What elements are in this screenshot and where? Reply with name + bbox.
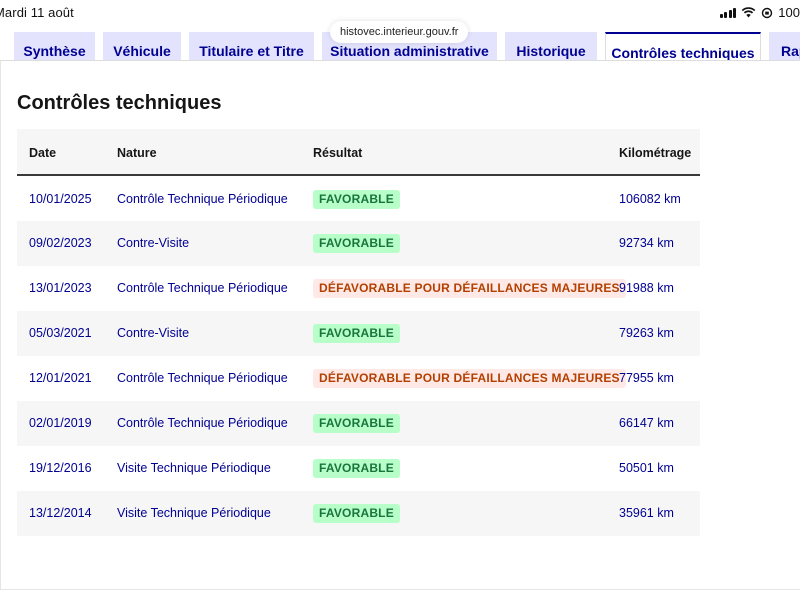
tab-titulaire-et-titre[interactable]: Titulaire et Titre — [189, 32, 314, 62]
cell-date: 09/02/2023 — [29, 236, 92, 250]
table-row: 05/03/2021 Contre-Visite FAVORABLE 79263… — [17, 311, 700, 356]
page-title: Contrôles techniques — [17, 92, 222, 114]
table-row: 13/01/2023 Contrôle Technique Périodique… — [17, 266, 700, 311]
cell-kilometrage: 77955 km — [619, 371, 674, 385]
cell-kilometrage: 79263 km — [619, 326, 674, 340]
tab-panel-controles-techniques: Contrôles techniques Date Nature Résulta… — [0, 61, 800, 590]
status-badge: FAVORABLE — [313, 414, 400, 433]
cell-kilometrage: 91988 km — [619, 281, 674, 295]
table-header: Date Nature Résultat Kilométrage — [17, 129, 700, 176]
status-badge: FAVORABLE — [313, 459, 400, 478]
tab-vehicule[interactable]: Véhicule — [103, 32, 181, 62]
cell-nature: Contrôle Technique Périodique — [117, 192, 288, 206]
cell-date: 02/01/2019 — [29, 416, 92, 430]
cellular-signal-icon — [719, 7, 737, 18]
status-badge: FAVORABLE — [313, 324, 400, 343]
header-date: Date — [29, 146, 57, 160]
status-badge: DÉFAVORABLE POUR DÉFAILLANCES MAJEURES — [313, 279, 626, 298]
wifi-icon — [741, 7, 756, 18]
header-nature: Nature — [117, 146, 157, 160]
tab-rapport[interactable]: Rapport — [769, 32, 800, 62]
orientation-lock-icon — [762, 7, 773, 18]
table-row: 10/01/2025 Contrôle Technique Périodique… — [17, 176, 700, 221]
header-kilometrage: Kilométrage — [619, 146, 692, 160]
technical-inspections-table: Date Nature Résultat Kilométrage 10/01/2… — [17, 129, 700, 536]
table-row: 13/12/2014 Visite Technique Périodique F… — [17, 491, 700, 536]
status-badge: FAVORABLE — [313, 234, 400, 253]
cell-kilometrage: 50501 km — [619, 461, 674, 475]
panel-bottom-border — [0, 589, 800, 590]
cell-nature: Contrôle Technique Périodique — [117, 416, 288, 430]
table-row: 02/01/2019 Contrôle Technique Périodique… — [17, 401, 700, 446]
status-time: Mardi 11 août — [0, 5, 74, 20]
cell-date: 19/12/2016 — [29, 461, 92, 475]
status-badge: FAVORABLE — [313, 190, 400, 209]
table-row: 09/02/2023 Contre-Visite FAVORABLE 92734… — [17, 221, 700, 266]
cell-date: 13/01/2023 — [29, 281, 92, 295]
cell-nature: Contrôle Technique Périodique — [117, 281, 288, 295]
status-badge: DÉFAVORABLE POUR DÉFAILLANCES MAJEURES — [313, 369, 626, 388]
table-row: 19/12/2016 Visite Technique Périodique F… — [17, 446, 700, 491]
cell-kilometrage: 92734 km — [619, 236, 674, 250]
cell-date: 10/01/2025 — [29, 192, 92, 206]
cell-kilometrage: 35961 km — [619, 506, 674, 520]
table-row: 12/01/2021 Contrôle Technique Périodique… — [17, 356, 700, 401]
cell-date: 13/12/2014 — [29, 506, 92, 520]
tab-historique[interactable]: Historique — [505, 32, 597, 62]
tab-synthese[interactable]: Synthèse — [14, 32, 95, 62]
cell-nature: Contre-Visite — [117, 236, 190, 250]
cell-kilometrage: 66147 km — [619, 416, 674, 430]
status-indicators: 100 — [719, 5, 800, 20]
cell-nature: Visite Technique Périodique — [117, 461, 271, 475]
url-bar[interactable]: histovec.interieur.gouv.fr — [330, 21, 469, 43]
cell-date: 12/01/2021 — [29, 371, 92, 385]
cell-nature: Visite Technique Périodique — [117, 506, 271, 520]
cell-nature: Contrôle Technique Périodique — [117, 371, 288, 385]
cell-date: 05/03/2021 — [29, 326, 92, 340]
header-result: Résultat — [313, 146, 363, 160]
cell-kilometrage: 106082 km — [619, 192, 681, 206]
screen: Mardi 11 août 100 histovec.interieur.gou… — [0, 0, 800, 600]
status-badge: FAVORABLE — [313, 504, 400, 523]
battery-percentage: 100 — [778, 5, 800, 20]
cell-nature: Contre-Visite — [117, 326, 190, 340]
